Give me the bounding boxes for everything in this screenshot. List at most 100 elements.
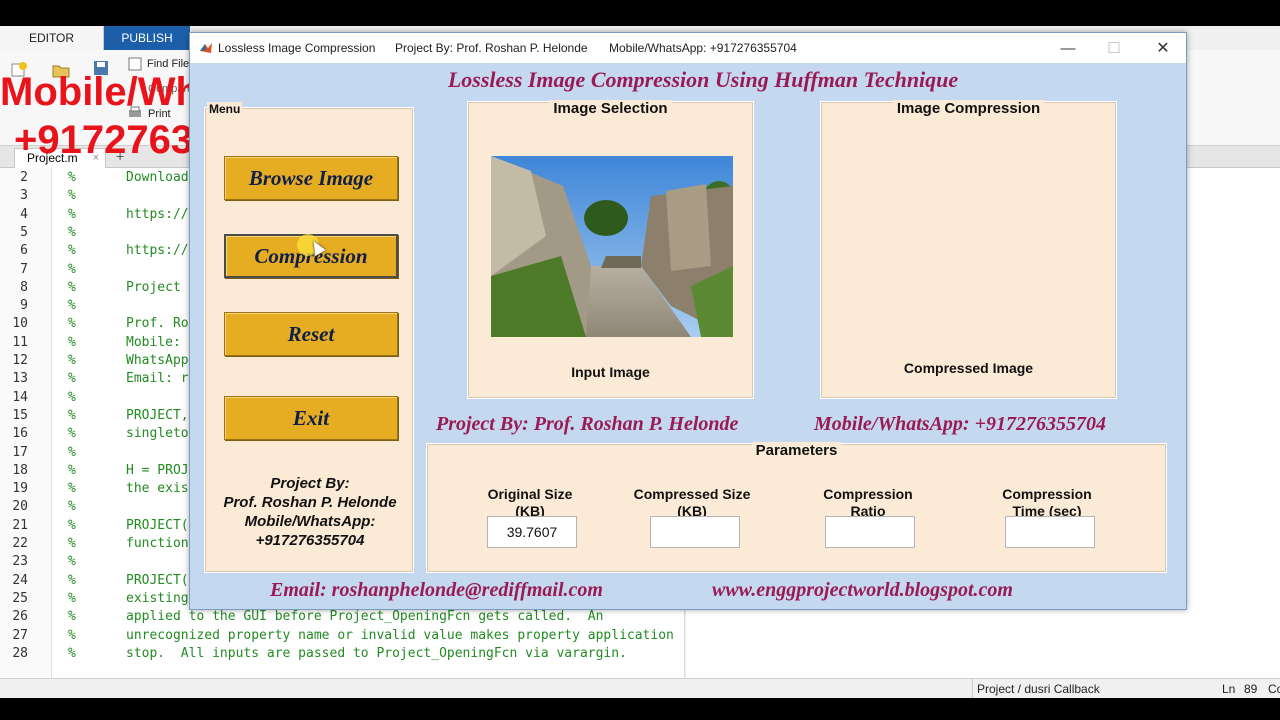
reset-button[interactable]: Reset [224,312,398,356]
code-text: Download [126,170,189,185]
comment-marker: % [68,426,76,442]
line-number: 25 [12,590,28,606]
comment-marker: % [68,627,76,643]
mobile-line: Mobile/WhatsApp: +917276355704 [814,413,1106,435]
app-heading: Lossless Image Compression Using Huffman… [447,67,959,92]
credits-line: Project By: [270,475,350,492]
code-text: stop. All inputs are passed to Project_O… [126,645,627,661]
line-number: 6 [20,243,28,259]
compression-time-label: Compression Time (sec) [1002,486,1092,519]
code-text: Email: r [126,371,189,387]
original-size-label: Original Size (KB) [487,486,573,519]
image-selection-panel: Image Selection Input Image [467,100,754,399]
maximize-button[interactable]: ☐ [1091,36,1137,60]
menu-panel-title: Menu [207,102,243,116]
tab-publish[interactable]: PUBLISH [104,26,190,50]
comment-marker: % [68,224,76,240]
comment-marker: % [68,407,76,423]
line-number: 28 [12,645,28,661]
line-number: 15 [12,407,28,423]
window-title: Lossless Image Compression [218,41,376,55]
status-bar: Project / dusri Callback Ln 89 Co [0,678,1280,699]
tab-editor[interactable]: EDITOR [0,26,104,50]
code-text: singleto [126,426,189,442]
window-title-mobile: Mobile/WhatsApp: +917276355704 [609,41,797,55]
exit-button[interactable]: Exit [224,396,398,440]
comment-marker: % [68,353,76,368]
compression-ratio-field[interactable] [825,516,915,548]
line-number: 23 [12,554,28,570]
comment-marker: % [68,444,76,460]
comment-marker: % [68,206,76,222]
compression-time-field[interactable] [1005,516,1095,548]
website-line: www.enggprojectworld.blogspot.com [712,579,1013,601]
credits-line: Prof. Roshan P. Helonde [223,494,397,511]
comment-marker: % [68,572,76,588]
line-number: 16 [12,426,28,442]
comment-marker: % [68,645,76,661]
line-number: 4 [20,206,28,222]
comment-marker: % [68,499,76,515]
matlab-app-icon [200,43,212,53]
code-text: PROJECT( [126,572,189,588]
code-text: H = PROJ [126,462,189,478]
code-text: existing [126,590,189,606]
code-text: PROJECT, [126,407,189,423]
top-letterbox [0,0,1280,26]
comment-marker: % [68,261,76,277]
code-text: WhatsApp [126,353,189,368]
status-ln-label: Ln [1222,682,1236,696]
code-text: https:// [126,243,189,259]
credits-text: Project By: Prof. Roshan P. Helonde Mobi… [205,474,415,550]
input-image [491,156,733,337]
line-number: 13 [12,371,28,387]
status-callback: Project / dusri Callback [972,679,1100,699]
close-window-button[interactable]: ✕ [1140,36,1186,60]
author-line: Project By: Prof. Roshan P. Helonde [436,413,739,435]
line-number: 8 [20,279,28,295]
bottom-letterbox [0,698,1280,720]
line-number: 9 [20,298,28,314]
line-number: 24 [12,572,28,588]
line-number: 11 [12,334,28,350]
comment-marker: % [68,243,76,259]
code-text: Mobile: [126,334,181,350]
image-selection-title: Image Selection [468,100,753,117]
comment-marker: % [68,590,76,606]
line-number: 2 [20,170,28,185]
comment-marker: % [68,334,76,350]
comment-marker: % [68,462,76,478]
line-number: 14 [12,389,28,405]
comment-marker: % [68,389,76,405]
compressed-size-label: Compressed Size (KB) [633,486,751,519]
find-files-icon [128,57,142,71]
code-text: https:// [126,206,189,222]
gui-window: Lossless Image Compression Project By: P… [189,32,1187,610]
line-number: 22 [12,536,28,551]
code-line: 27% unrecognized property name or invalid… [0,627,684,646]
compressed-size-field[interactable] [650,516,740,548]
line-number: 10 [12,316,28,332]
comment-marker: % [68,298,76,314]
input-image-label: Input Image [571,364,650,380]
comment-marker: % [68,517,76,533]
parameters-title: Parameters [427,442,1166,459]
code-text: Project [126,279,181,295]
title-bar[interactable]: Lossless Image Compression Project By: P… [190,33,1186,63]
credits-line: +917276355704 [255,532,365,549]
minimize-button[interactable]: — [1045,36,1091,60]
line-number: 7 [20,261,28,277]
comment-marker: % [68,316,76,332]
browse-image-button[interactable]: Browse Image [224,156,398,200]
comment-marker: % [68,279,76,295]
find-files-button[interactable]: Find File [147,58,189,70]
comment-marker: % [68,536,76,551]
compressed-image-label: Compressed Image [903,360,1034,376]
menu-panel: Menu Browse Image Compression Reset Exit… [204,102,415,573]
code-text: the exis [126,481,189,497]
original-size-field[interactable]: 39.7607 [487,516,577,548]
image-compression-panel: Image Compression Compressed Image [820,100,1117,399]
window-title-author: Project By: Prof. Roshan P. Helonde [395,41,588,55]
status-line-number: 89 [1244,682,1258,696]
comment-marker: % [68,554,76,570]
